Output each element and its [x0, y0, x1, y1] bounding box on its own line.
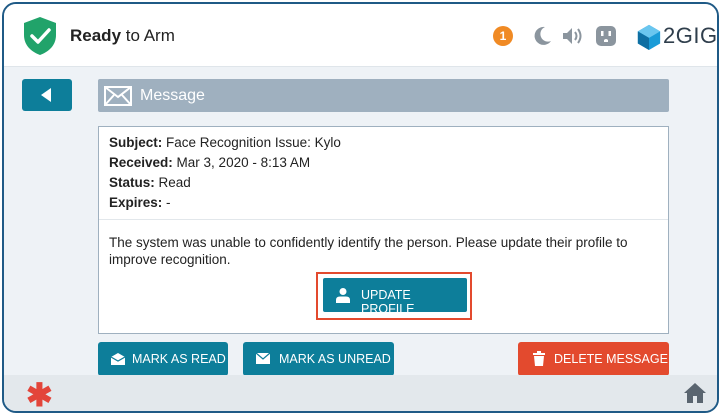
update-profile-label: UPDATE PROFILE	[361, 288, 415, 316]
shield-check-icon	[24, 17, 56, 55]
bottom-bar: ✱	[4, 375, 717, 411]
arm-status-text: Ready to Arm	[70, 26, 175, 46]
arm-status-bold: Ready	[70, 26, 122, 45]
message-body: The system was unable to confidently ide…	[109, 235, 628, 267]
update-profile-button[interactable]: UPDATE PROFILE	[323, 278, 467, 316]
arm-status-rest: to Arm	[121, 26, 175, 45]
subject-row: Subject: Face Recognition Issue: Kylo	[109, 133, 341, 153]
status-row: Status: Read	[109, 173, 341, 193]
mark-as-read-label: MARK AS READ	[132, 352, 226, 366]
brand-name: 2GIG	[663, 23, 718, 48]
person-icon	[336, 288, 350, 303]
mark-as-unread-button[interactable]: MARK AS UNREAD	[243, 342, 394, 376]
divider	[99, 219, 668, 220]
envelope-icon	[255, 352, 271, 364]
message-title: Message	[140, 87, 205, 104]
expires-label: Expires:	[109, 195, 163, 210]
trash-icon	[533, 351, 545, 366]
subject-value: Face Recognition Issue: Kylo	[162, 135, 341, 150]
message-meta: Subject: Face Recognition Issue: Kylo Re…	[109, 133, 341, 213]
brand-logo-icon	[637, 24, 661, 50]
subject-label: Subject:	[109, 135, 163, 150]
arrow-left-icon	[41, 88, 51, 102]
outlet-icon[interactable]	[594, 24, 618, 48]
message-header: Message	[98, 79, 669, 112]
delete-message-button[interactable]: DELETE MESSAGE	[518, 342, 669, 376]
received-label: Received:	[109, 155, 173, 170]
moon-icon[interactable]	[530, 24, 554, 48]
envelope-open-icon	[110, 353, 126, 365]
expires-value: -	[162, 195, 171, 210]
mark-as-read-button[interactable]: MARK AS READ	[98, 342, 228, 376]
notification-badge[interactable]: 1	[493, 26, 513, 46]
panel-screen: Ready to Arm 1 2GIG Message Subject: Fac…	[2, 2, 719, 413]
received-row: Received: Mar 3, 2020 - 8:13 AM	[109, 153, 341, 173]
status-bar: Ready to Arm 1 2GIG	[4, 4, 717, 67]
envelope-icon	[104, 86, 132, 106]
home-icon[interactable]	[683, 381, 707, 405]
back-button[interactable]	[22, 79, 72, 111]
received-value: Mar 3, 2020 - 8:13 AM	[172, 155, 311, 170]
asterisk-icon[interactable]: ✱	[26, 379, 53, 411]
status-value: Read	[154, 175, 191, 190]
delete-message-label: DELETE MESSAGE	[554, 352, 668, 366]
expires-row: Expires: -	[109, 193, 341, 213]
mark-as-unread-label: MARK AS UNREAD	[279, 352, 391, 366]
status-label: Status:	[109, 175, 155, 190]
message-card: Subject: Face Recognition Issue: Kylo Re…	[98, 126, 669, 334]
speaker-icon[interactable]	[560, 24, 584, 48]
